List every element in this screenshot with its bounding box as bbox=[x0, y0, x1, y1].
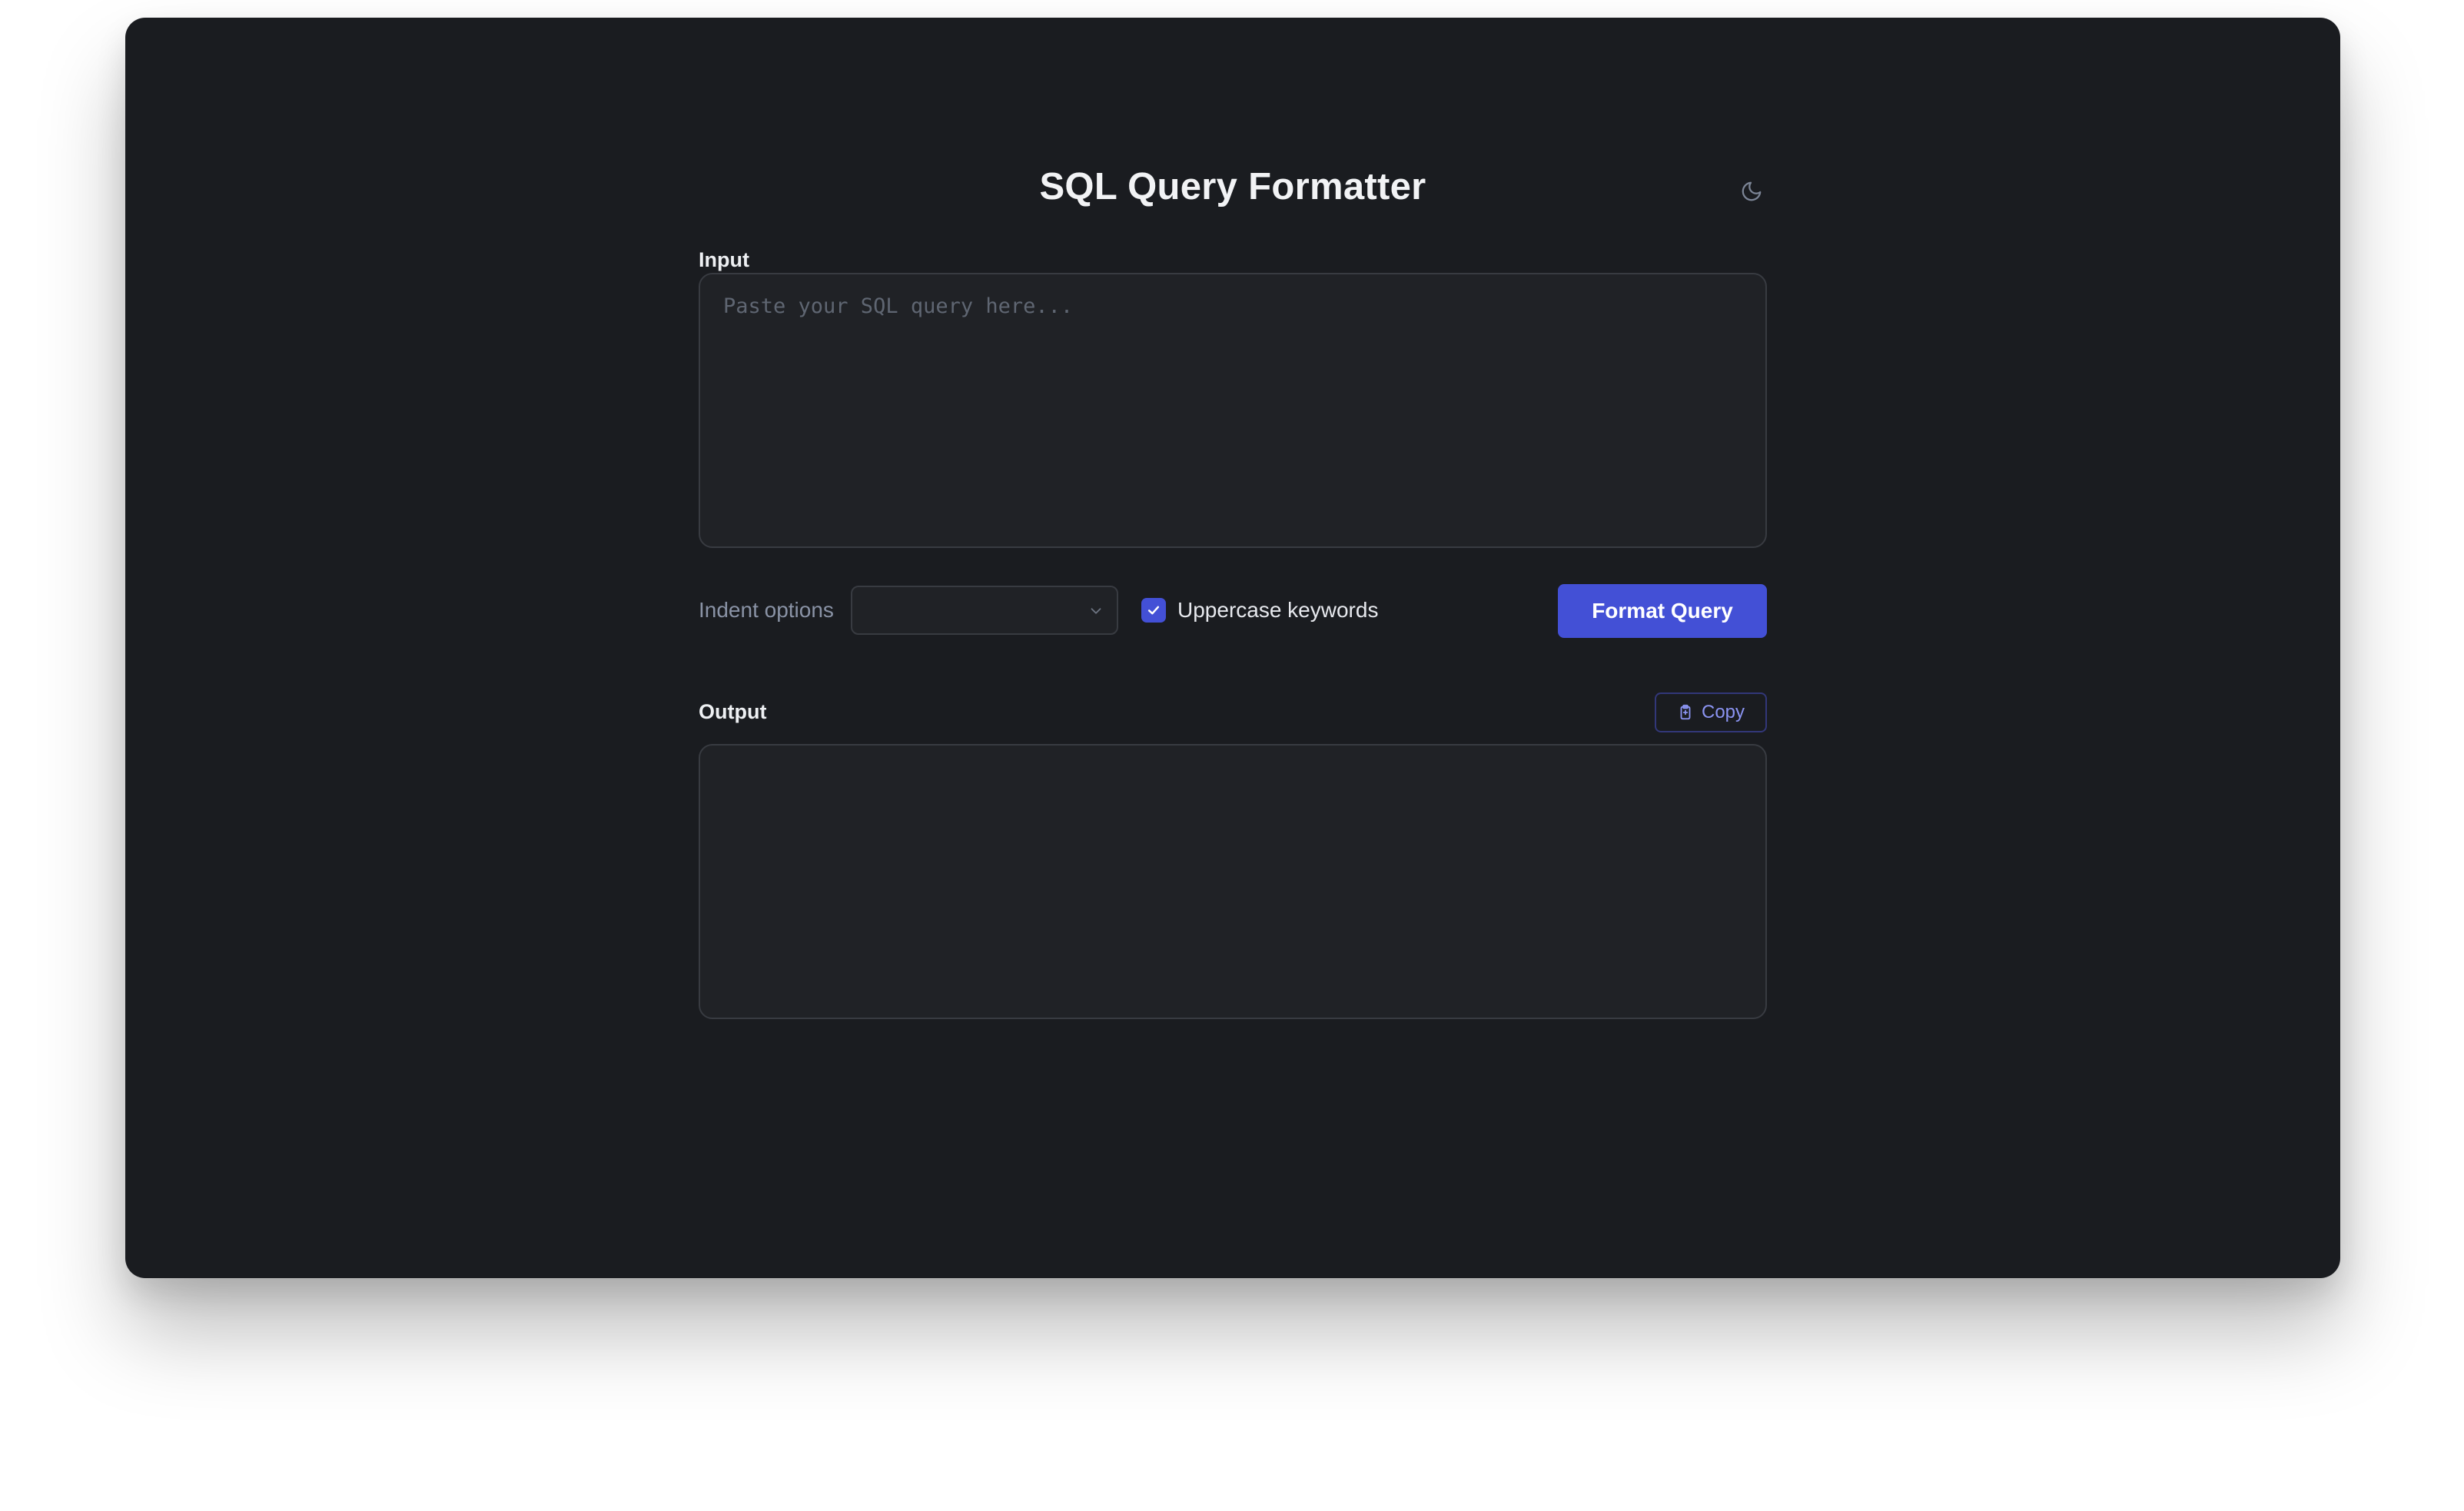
clipboard-icon bbox=[1680, 704, 1691, 720]
uppercase-keywords-label: Uppercase keywords bbox=[1177, 598, 1379, 622]
chevron-down-icon bbox=[1091, 608, 1101, 614]
page-title: SQL Query Formatter bbox=[1039, 166, 1426, 208]
controls-row: Indent options Uppercase keywords Format… bbox=[699, 584, 1767, 638]
indent-options-label: Indent options bbox=[699, 598, 834, 622]
output-label: Output bbox=[699, 700, 767, 723]
app-window: SQL Query Formatter Input Indent options bbox=[125, 18, 2340, 1278]
uppercase-keywords-checkbox[interactable] bbox=[1141, 598, 1166, 623]
input-label: Input bbox=[699, 248, 749, 271]
format-query-button[interactable]: Format Query bbox=[1558, 584, 1767, 638]
check-icon bbox=[1147, 606, 1160, 615]
copy-button-label: Copy bbox=[1701, 702, 1745, 722]
copy-button[interactable]: Copy bbox=[1655, 692, 1767, 732]
theme-toggle-button[interactable] bbox=[1736, 176, 1767, 207]
sql-input-textarea[interactable] bbox=[699, 273, 1767, 548]
header: SQL Query Formatter bbox=[699, 148, 1767, 233]
moon-icon bbox=[1742, 181, 1762, 201]
uppercase-keywords-toggle[interactable]: Uppercase keywords bbox=[1141, 595, 1378, 626]
sql-output-textarea[interactable] bbox=[699, 744, 1767, 1019]
indent-options-select[interactable] bbox=[851, 586, 1118, 635]
